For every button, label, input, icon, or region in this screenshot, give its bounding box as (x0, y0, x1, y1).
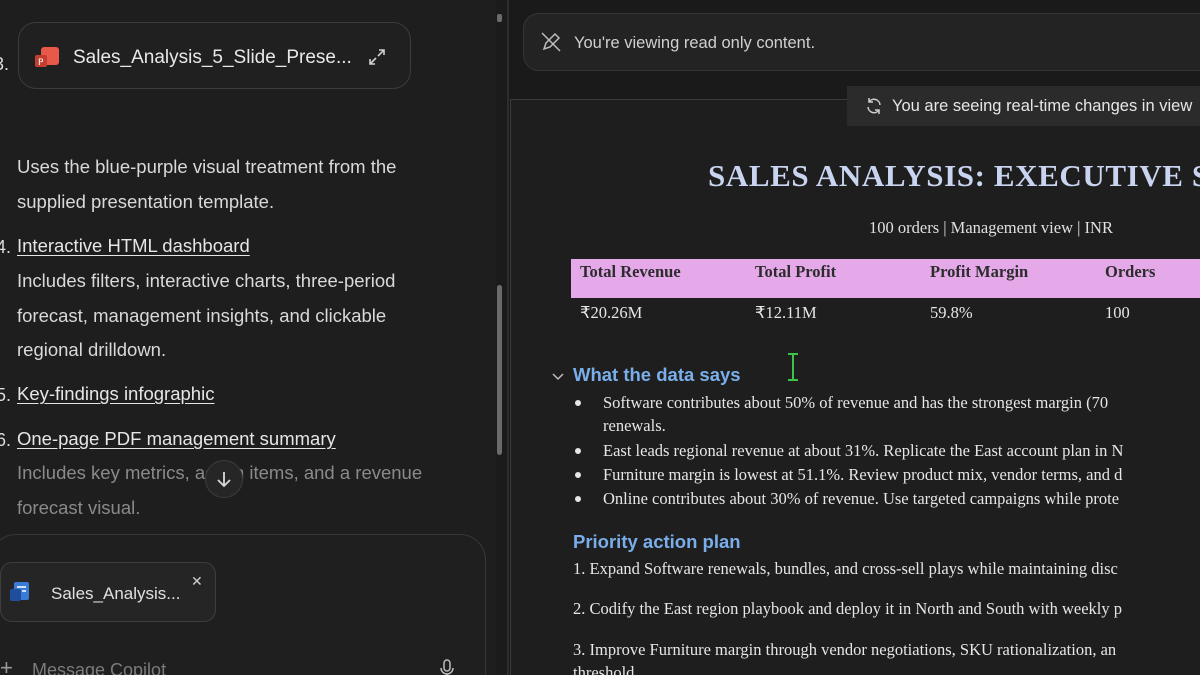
bullet-dot (575, 448, 581, 454)
action-step-2: 2. Codify the East region playbook and d… (573, 599, 1123, 618)
add-attachment-plus-icon[interactable]: + (0, 655, 13, 675)
kpi-header-revenue: Total Revenue (580, 262, 681, 281)
realtime-changes-toast: You are seeing real-time changes in view (847, 86, 1200, 126)
message-input-placeholder[interactable]: Message Copilot (32, 660, 166, 675)
attached-file-name: Sales_Analysis... (51, 584, 181, 603)
document-subtitle: 100 orders | Management view | INR (869, 218, 1113, 237)
item-6-title-link[interactable]: One-page PDF management summary (17, 422, 336, 457)
document-file-icon (10, 582, 29, 601)
section-heading-data-says: What the data says (573, 364, 741, 385)
document-viewer: You're viewing read only content. You ar… (509, 0, 1200, 675)
list-number-4: 4. (0, 237, 12, 257)
intro-line-1: Uses the blue-purple visual treatment fr… (17, 156, 397, 177)
list-number-5: 5. (0, 385, 12, 405)
item-4-desc-3: regional drilldown. (17, 339, 167, 360)
item-6-desc-2: forecast visual. (17, 497, 141, 518)
bullet-dot (575, 496, 581, 502)
intro-line-2: supplied presentation template. (17, 191, 275, 212)
action-step-1: 1. Expand Software renewals, bundles, an… (573, 559, 1118, 578)
text-cursor-icon (788, 353, 798, 381)
attachment-card-presentation[interactable]: P Sales_Analysis_5_Slide_Prese... (18, 22, 411, 89)
bullet-2: East leads regional revenue at about 31%… (603, 441, 1124, 460)
attachment-name: Sales_Analysis_5_Slide_Prese... (73, 47, 352, 68)
arrow-down-icon (217, 472, 231, 488)
kpi-header-margin: Profit Margin (930, 262, 1029, 281)
kpi-value-margin: 59.8% (930, 303, 973, 322)
powerpoint-file-icon: P (35, 47, 59, 68)
kpi-value-orders: 100 (1105, 303, 1130, 322)
read-only-text: You're viewing read only content. (574, 34, 816, 52)
svg-text:P: P (38, 58, 44, 68)
read-only-banner: You're viewing read only content. (523, 13, 1200, 71)
chat-scrollbar-thumb[interactable] (497, 285, 502, 455)
copilot-chat-pane: 3. P Sales_Analysis_5_Slide_Prese... Use… (0, 0, 496, 675)
scroll-to-bottom-button[interactable] (205, 460, 243, 498)
expand-icon[interactable] (367, 47, 387, 67)
kpi-value-profit: ₹12.11M (755, 303, 817, 322)
bullet-1-line-2: renewals. (603, 416, 666, 435)
document-title: SALES ANALYSIS: EXECUTIVE SUMMARY (708, 158, 1200, 193)
kpi-header-profit: Total Profit (755, 262, 837, 281)
bullet-1-line-1: Software contributes about 50% of revenu… (603, 393, 1109, 412)
bullet-dot (575, 400, 581, 406)
chat-scrollbar-top-arrow[interactable] (497, 14, 502, 22)
realtime-changes-text: You are seeing real-time changes in view (892, 97, 1193, 115)
list-number-6: 6. (0, 430, 12, 450)
microphone-icon[interactable] (440, 659, 454, 675)
item-4-title-link[interactable]: Interactive HTML dashboard (17, 229, 250, 264)
bullet-dot (575, 472, 581, 478)
attached-file-chip[interactable]: Sales_Analysis... ✕ (0, 562, 216, 622)
kpi-value-revenue: ₹20.26M (580, 303, 643, 322)
action-step-3: 3. Improve Furniture margin through vend… (573, 640, 1117, 659)
item-5-title-link[interactable]: Key-findings infographic (17, 377, 214, 412)
refresh-icon (867, 98, 881, 114)
remove-file-close-icon[interactable]: ✕ (191, 573, 203, 590)
bullet-4: Online contributes about 30% of revenue.… (603, 489, 1120, 508)
kpi-header-orders: Orders (1105, 262, 1156, 281)
edit-disabled-icon (541, 32, 561, 52)
bullet-3: Furniture margin is lowest at 51.1%. Rev… (603, 465, 1123, 484)
action-step-3-cont: threshold. (573, 663, 639, 675)
list-number-3: 3. (0, 54, 10, 74)
kpi-table-header-row: Total Revenue Total Profit Profit Margin… (571, 259, 1200, 298)
item-4-desc-2: forecast, management insights, and click… (17, 305, 387, 326)
item-4-desc-1: Includes filters, interactive charts, th… (17, 270, 396, 291)
collapse-chevron-icon[interactable] (551, 370, 565, 384)
section-heading-action-plan: Priority action plan (573, 531, 741, 552)
